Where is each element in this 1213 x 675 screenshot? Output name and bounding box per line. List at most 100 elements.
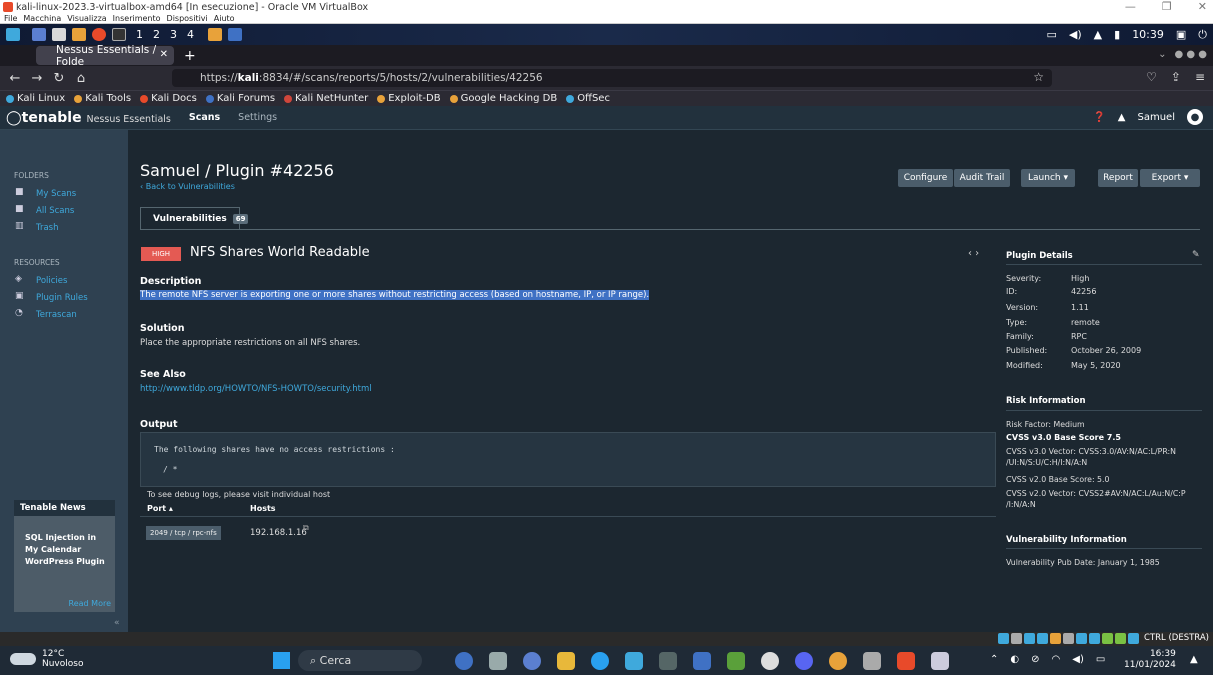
discord-icon[interactable] <box>795 652 813 670</box>
restore-icon[interactable]: ❐ <box>1162 0 1172 13</box>
app-icon[interactable] <box>659 652 677 670</box>
sidebar-item-plugin-rules[interactable]: ▣ Plugin Rules <box>0 289 128 306</box>
github-icon[interactable] <box>761 652 779 670</box>
workspace-1[interactable]: 1 <box>136 28 143 41</box>
minimize-icon[interactable]: — <box>1125 0 1136 13</box>
visual-studio-icon[interactable] <box>693 652 711 670</box>
cube-icon[interactable] <box>863 652 881 670</box>
external-link-icon[interactable]: ⧉ <box>303 523 309 533</box>
back-icon[interactable]: ← <box>8 71 22 86</box>
notification-bell-icon[interactable]: ▲ <box>1190 654 1198 665</box>
bookmark-star-icon[interactable]: ☆ <box>1033 70 1044 84</box>
desktop-icon[interactable] <box>32 28 46 41</box>
bell-icon[interactable]: ▲ <box>1118 112 1126 123</box>
sidebar-collapse-icon[interactable]: « <box>114 618 120 628</box>
user-name[interactable]: Samuel <box>1138 112 1176 123</box>
avatar[interactable]: ● <box>1187 109 1203 125</box>
virtualbox-taskbar-icon[interactable] <box>931 652 949 670</box>
see-also-link[interactable]: http://www.tldp.org/HOWTO/NFS-HOWTO/secu… <box>140 384 372 394</box>
kali-menu-icon[interactable] <box>6 28 20 41</box>
bookmark-ghdb[interactable]: Google Hacking DB <box>449 93 557 104</box>
store-icon[interactable] <box>625 652 643 670</box>
tray-app-icon[interactable]: ◐ <box>1010 654 1019 665</box>
speaker-icon[interactable]: ◀) <box>1072 654 1084 665</box>
taskbar-clock[interactable]: 16:39 11/01/2024 <box>1124 649 1176 671</box>
app-icon[interactable] <box>208 28 222 41</box>
workspace-4[interactable]: 4 <box>187 28 194 41</box>
nav-settings[interactable]: Settings <box>238 112 277 123</box>
wifi-icon[interactable]: ◠ <box>1052 654 1061 665</box>
vbox-device-icons[interactable] <box>998 633 1139 644</box>
window-icon[interactable] <box>228 28 242 41</box>
pocket-icon[interactable]: ♡ <box>1146 70 1157 84</box>
app-green-icon[interactable] <box>727 652 745 670</box>
sidebar-item-trash[interactable]: ▥ Trash <box>0 219 128 236</box>
task-view-icon[interactable] <box>489 652 507 670</box>
bookmark-offsec[interactable]: OffSec <box>566 93 610 104</box>
home-icon[interactable]: ⌂ <box>74 71 88 86</box>
battery-icon[interactable]: ▮ <box>1114 28 1120 42</box>
reload-icon[interactable]: ↻ <box>52 71 66 86</box>
windows-start-icon[interactable] <box>273 652 290 669</box>
forward-icon[interactable]: → <box>30 71 44 86</box>
display-icon[interactable]: ▭ <box>1046 28 1056 42</box>
nav-scans[interactable]: Scans <box>189 112 220 123</box>
lock-icon[interactable]: ▣ <box>1176 28 1186 42</box>
battery-icon[interactable]: ▭ <box>1096 654 1105 665</box>
menu-help[interactable]: Aiuto <box>214 14 235 23</box>
configure-button[interactable]: Configure <box>898 169 953 187</box>
weather-widget[interactable]: 12°C Nuvoloso <box>10 649 83 669</box>
menu-icon[interactable]: ≡ <box>1195 70 1205 84</box>
chrome-icon[interactable] <box>829 652 847 670</box>
sidebar-item-policies[interactable]: ◈ Policies <box>0 272 128 289</box>
files-icon[interactable] <box>52 28 66 41</box>
bookmark-kali-docs[interactable]: Kali Docs <box>140 93 197 104</box>
tab-nessus[interactable]: Nessus Essentials / Folde ✕ <box>36 44 174 68</box>
menu-file[interactable]: File <box>4 14 17 23</box>
prev-next-arrows[interactable]: ‹ › <box>968 248 979 259</box>
sidebar-item-all-scans[interactable]: ■ All Scans <box>0 202 128 219</box>
bookmark-kali-forums[interactable]: Kali Forums <box>205 93 275 104</box>
workspace-2[interactable]: 2 <box>153 28 160 41</box>
tray-mute-icon[interactable]: ⊘ <box>1031 654 1039 665</box>
kali-taskbar-icon[interactable] <box>897 652 915 670</box>
terminal-icon[interactable] <box>112 28 126 41</box>
bookmark-kali-tools[interactable]: Kali Tools <box>74 93 131 104</box>
bing-icon[interactable] <box>455 652 473 670</box>
tab-vulnerabilities[interactable]: Vulnerabilities 69 <box>140 207 249 229</box>
explorer-icon[interactable] <box>557 652 575 670</box>
news-title[interactable]: SQL Injection in My Calendar WordPress P… <box>25 532 111 568</box>
bookmark-kali-linux[interactable]: Kali Linux <box>6 93 65 104</box>
close-icon[interactable]: ✕ <box>1198 0 1207 13</box>
menu-view[interactable]: Visualizza <box>67 14 106 23</box>
notification-icon[interactable]: ▲ <box>1094 28 1102 42</box>
taskbar-search[interactable]: ⌕ Cerca <box>298 650 422 671</box>
share-icon[interactable]: ⇪ <box>1171 70 1181 84</box>
bookmark-exploit-db[interactable]: Exploit-DB <box>377 93 441 104</box>
editor-icon[interactable] <box>72 28 86 41</box>
panel-clock[interactable]: 10:39 <box>1132 28 1164 42</box>
tab-close-icon[interactable]: ✕ <box>160 49 168 60</box>
edit-pencil-icon[interactable]: ✎ <box>1192 250 1200 260</box>
window-controls-icon[interactable]: ● ● ● <box>1174 49 1207 60</box>
power-icon[interactable]: ⏻ <box>1198 28 1207 42</box>
edge-icon[interactable] <box>591 652 609 670</box>
url-bar[interactable]: https://kali:8834/#/scans/reports/5/host… <box>172 69 1052 87</box>
news-read-more[interactable]: Read More <box>69 599 111 608</box>
back-to-vulnerabilities-link[interactable]: ‹ Back to Vulnerabilities <box>140 182 235 191</box>
menu-machine[interactable]: Macchina <box>23 14 61 23</box>
menu-devices[interactable]: Dispositivi <box>167 14 208 23</box>
audit-trail-button[interactable]: Audit Trail <box>954 169 1010 187</box>
help-icon[interactable]: ❓ <box>1093 112 1105 123</box>
menu-input[interactable]: Inserimento <box>113 14 161 23</box>
tray-chevron-icon[interactable]: ⌃ <box>990 654 998 665</box>
teams-icon[interactable] <box>523 652 541 670</box>
firefox-icon[interactable] <box>92 28 106 41</box>
host-ip[interactable]: 192.168.1.16 <box>250 528 307 538</box>
bookmark-kali-nethunter[interactable]: Kali NetHunter <box>284 93 368 104</box>
new-tab-button[interactable]: + <box>184 48 196 64</box>
volume-icon[interactable]: ◀) <box>1069 28 1082 42</box>
tab-list-icon[interactable]: ⌄ <box>1158 49 1166 60</box>
column-header-port[interactable]: Port ▴ <box>147 504 173 513</box>
workspace-3[interactable]: 3 <box>170 28 177 41</box>
